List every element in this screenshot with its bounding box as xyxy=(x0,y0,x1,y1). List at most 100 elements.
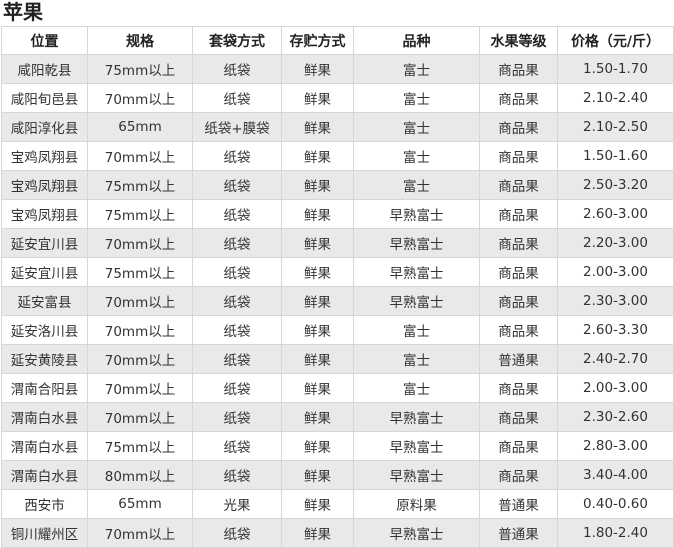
cell-price: 1.80-2.40 xyxy=(557,518,674,548)
header-variety: 品种 xyxy=(353,26,480,55)
cell-spec: 70mm以上 xyxy=(87,141,193,171)
cell-spec: 70mm以上 xyxy=(87,402,193,432)
page-title: 苹果 xyxy=(3,0,43,24)
table-row: 宝鸡凤翔县 70mm以上 纸袋 鲜果 富士 商品果 1.50-1.60 xyxy=(1,141,674,171)
cell-grade: 普通果 xyxy=(479,344,558,374)
cell-storage: 鲜果 xyxy=(281,54,354,84)
table-row: 渭南白水县 75mm以上 纸袋 鲜果 早熟富士 商品果 2.80-3.00 xyxy=(1,431,674,461)
cell-grade: 商品果 xyxy=(479,170,558,200)
table-row: 渭南白水县 80mm以上 纸袋 鲜果 早熟富士 商品果 3.40-4.00 xyxy=(1,460,674,490)
cell-variety: 早熟富士 xyxy=(353,402,480,432)
cell-price: 2.10-2.50 xyxy=(557,112,674,142)
cell-grade: 商品果 xyxy=(479,228,558,258)
cell-location: 渭南白水县 xyxy=(1,460,88,490)
cell-location: 西安市 xyxy=(1,489,88,519)
header-location: 位置 xyxy=(1,26,88,55)
table-row: 咸阳淳化县 65mm 纸袋+膜袋 鲜果 富士 商品果 2.10-2.50 xyxy=(1,112,674,142)
cell-variety: 早熟富士 xyxy=(353,518,480,548)
cell-location: 宝鸡凤翔县 xyxy=(1,170,88,200)
cell-location: 延安宜川县 xyxy=(1,257,88,287)
cell-price: 2.60-3.00 xyxy=(557,199,674,229)
cell-location: 渭南白水县 xyxy=(1,431,88,461)
cell-spec: 70mm以上 xyxy=(87,228,193,258)
cell-location: 渭南白水县 xyxy=(1,402,88,432)
cell-grade: 商品果 xyxy=(479,257,558,287)
cell-price: 1.50-1.60 xyxy=(557,141,674,171)
cell-grade: 商品果 xyxy=(479,402,558,432)
cell-storage: 鲜果 xyxy=(281,431,354,461)
cell-spec: 75mm以上 xyxy=(87,170,193,200)
cell-location: 咸阳淳化县 xyxy=(1,112,88,142)
table-row: 宝鸡凤翔县 75mm以上 纸袋 鲜果 早熟富士 商品果 2.60-3.00 xyxy=(1,199,674,229)
cell-location: 宝鸡凤翔县 xyxy=(1,141,88,171)
cell-variety: 富士 xyxy=(353,344,480,374)
cell-bagging: 纸袋 xyxy=(192,460,282,490)
cell-grade: 商品果 xyxy=(479,373,558,403)
cell-bagging: 纸袋 xyxy=(192,141,282,171)
cell-bagging: 纸袋+膜袋 xyxy=(192,112,282,142)
cell-spec: 75mm以上 xyxy=(87,199,193,229)
cell-spec: 70mm以上 xyxy=(87,315,193,345)
cell-price: 2.20-3.00 xyxy=(557,228,674,258)
cell-grade: 商品果 xyxy=(479,460,558,490)
cell-grade: 商品果 xyxy=(479,83,558,113)
cell-bagging: 纸袋 xyxy=(192,344,282,374)
cell-spec: 75mm以上 xyxy=(87,431,193,461)
cell-variety: 早熟富士 xyxy=(353,228,480,258)
cell-grade: 商品果 xyxy=(479,315,558,345)
cell-storage: 鲜果 xyxy=(281,199,354,229)
cell-variety: 富士 xyxy=(353,170,480,200)
cell-storage: 鲜果 xyxy=(281,460,354,490)
cell-location: 铜川耀州区 xyxy=(1,518,88,548)
table-row: 渭南白水县 70mm以上 纸袋 鲜果 早熟富士 商品果 2.30-2.60 xyxy=(1,402,674,432)
table-row: 铜川耀州区 70mm以上 纸袋 鲜果 早熟富士 普通果 1.80-2.40 xyxy=(1,518,674,548)
cell-price: 2.10-2.40 xyxy=(557,83,674,113)
cell-bagging: 纸袋 xyxy=(192,54,282,84)
cell-variety: 早熟富士 xyxy=(353,199,480,229)
cell-price: 1.50-1.70 xyxy=(557,54,674,84)
cell-spec: 65mm xyxy=(87,112,193,142)
header-storage: 存贮方式 xyxy=(281,26,354,55)
cell-location: 宝鸡凤翔县 xyxy=(1,199,88,229)
cell-variety: 富士 xyxy=(353,83,480,113)
cell-storage: 鲜果 xyxy=(281,112,354,142)
table-body: 咸阳乾县 75mm以上 纸袋 鲜果 富士 商品果 1.50-1.70 咸阳旬邑县 70mm以上纸… xyxy=(1,54,674,548)
cell-spec: 75mm以上 xyxy=(87,257,193,287)
cell-storage: 鲜果 xyxy=(281,83,354,113)
cell-spec: 70mm以上 xyxy=(87,286,193,316)
header-row: 位置 规格 套袋方式 存贮方式 品种 水果等级 价格（元/斤） xyxy=(1,26,674,55)
cell-price: 2.00-3.00 xyxy=(557,373,674,403)
cell-bagging: 纸袋 xyxy=(192,373,282,403)
cell-grade: 普通果 xyxy=(479,518,558,548)
cell-storage: 鲜果 xyxy=(281,315,354,345)
table-row: 西安市 65mm 光果 鲜果 原料果 普通果 0.40-0.60 xyxy=(1,489,674,519)
header-spec: 规格 xyxy=(87,26,193,55)
cell-variety: 原料果 xyxy=(353,489,480,519)
cell-variety: 富士 xyxy=(353,315,480,345)
cell-price: 2.40-2.70 xyxy=(557,344,674,374)
cell-price: 2.00-3.00 xyxy=(557,257,674,287)
cell-location: 咸阳旬邑县 xyxy=(1,83,88,113)
cell-price: 2.80-3.00 xyxy=(557,431,674,461)
cell-bagging: 纸袋 xyxy=(192,402,282,432)
cell-storage: 鲜果 xyxy=(281,228,354,258)
cell-bagging: 光果 xyxy=(192,489,282,519)
cell-bagging: 纸袋 xyxy=(192,170,282,200)
cell-spec: 70mm以上 xyxy=(87,373,193,403)
cell-bagging: 纸袋 xyxy=(192,257,282,287)
table-row: 延安宜川县 75mm以上 纸袋 鲜果 早熟富士 商品果 2.00-3.00 xyxy=(1,257,674,287)
cell-variety: 早熟富士 xyxy=(353,460,480,490)
cell-storage: 鲜果 xyxy=(281,257,354,287)
header-bagging: 套袋方式 xyxy=(192,26,282,55)
cell-variety: 富士 xyxy=(353,112,480,142)
cell-storage: 鲜果 xyxy=(281,402,354,432)
cell-spec: 70mm以上 xyxy=(87,83,193,113)
cell-location: 延安富县 xyxy=(1,286,88,316)
cell-grade: 普通果 xyxy=(479,489,558,519)
cell-bagging: 纸袋 xyxy=(192,315,282,345)
header-price: 价格（元/斤） xyxy=(557,26,674,55)
cell-variety: 富士 xyxy=(353,373,480,403)
cell-storage: 鲜果 xyxy=(281,141,354,171)
cell-storage: 鲜果 xyxy=(281,286,354,316)
cell-storage: 鲜果 xyxy=(281,170,354,200)
